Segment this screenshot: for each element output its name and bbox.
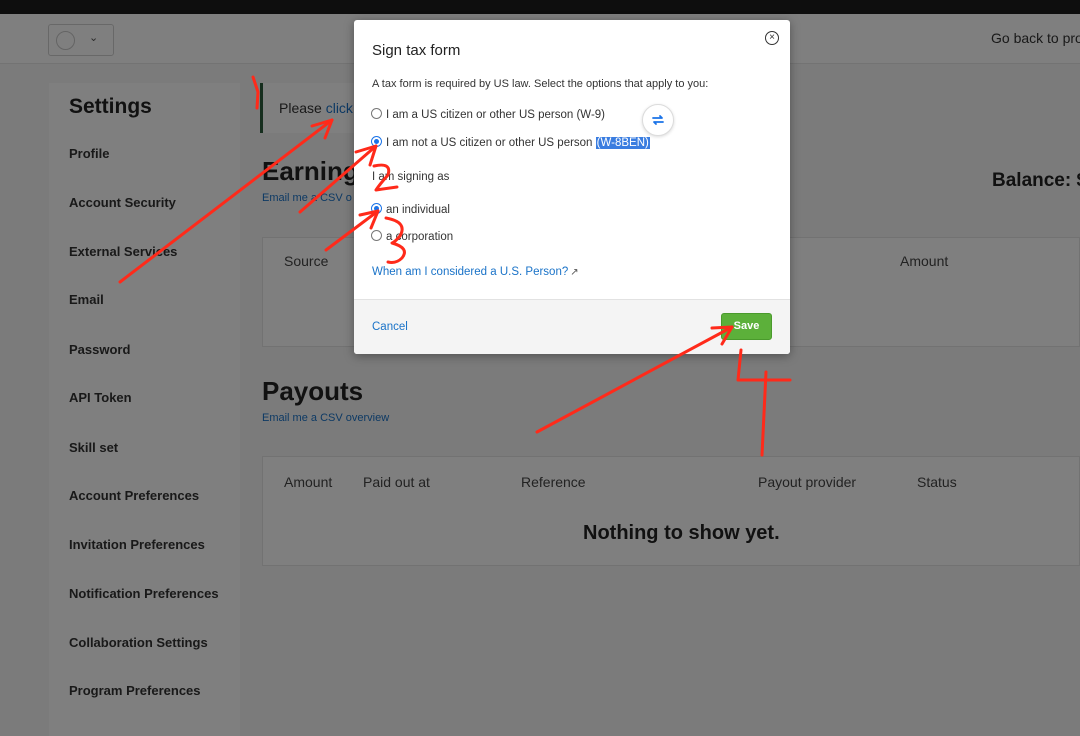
form-type-highlight: (W-8BEN) xyxy=(595,137,650,149)
dialog-title: Sign tax form xyxy=(372,42,461,59)
help-link-text: When am I considered a U.S. Person? xyxy=(372,266,569,278)
us-person-help-link[interactable]: When am I considered a U.S. Person? ↗ xyxy=(372,266,579,278)
radio-individual[interactable]: an individual xyxy=(371,203,450,216)
close-icon[interactable]: × xyxy=(765,31,779,45)
radio-button[interactable] xyxy=(371,108,382,119)
translate-icon[interactable] xyxy=(642,104,674,136)
external-link-icon: ↗ xyxy=(570,267,579,278)
radio-not-us-person[interactable]: I am not a US citizen or other US person… xyxy=(371,136,650,149)
cancel-button[interactable]: Cancel xyxy=(372,321,408,333)
radio-label: a corporation xyxy=(386,231,454,243)
dialog-footer: Cancel Save xyxy=(354,299,790,354)
save-button[interactable]: Save xyxy=(721,313,772,340)
signing-as-label: I am signing as xyxy=(372,171,450,183)
radio-us-person[interactable]: I am a US citizen or other US person (W-… xyxy=(371,108,605,121)
dialog-description: A tax form is required by US law. Select… xyxy=(372,78,709,90)
radio-button[interactable] xyxy=(371,230,382,241)
radio-label: I am a US citizen or other US person (W-… xyxy=(386,109,605,121)
radio-label: an individual xyxy=(386,204,450,216)
radio-button[interactable] xyxy=(371,203,382,214)
radio-button[interactable] xyxy=(371,136,382,147)
sign-tax-form-dialog: Sign tax form × A tax form is required b… xyxy=(354,20,790,354)
radio-label: I am not a US citizen or other US person xyxy=(386,137,596,149)
radio-corporation[interactable]: a corporation xyxy=(371,230,453,243)
